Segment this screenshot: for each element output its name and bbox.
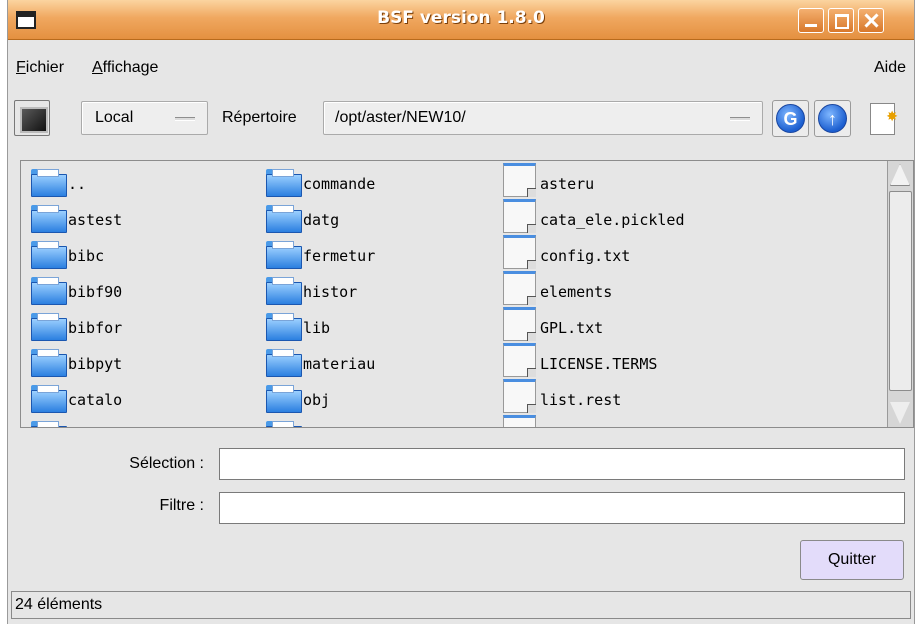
document-icon [503, 199, 536, 233]
terminal-icon[interactable] [14, 100, 50, 136]
up-arrow-icon: ↑ [818, 104, 847, 133]
file-name: asteru [540, 175, 595, 193]
file-name: datg [303, 211, 340, 229]
title-bar[interactable]: BSF version 1.8.0 [8, 0, 914, 40]
filter-input[interactable] [219, 492, 905, 524]
menu-affichage[interactable]: Affichage [92, 59, 158, 77]
file-name: config.txt [540, 247, 631, 265]
file-name: astest [68, 211, 123, 229]
document-icon [503, 271, 536, 305]
document-icon [503, 379, 536, 413]
file-name: obj [303, 391, 331, 409]
filter-label: Filtre : [159, 497, 204, 514]
document-icon [503, 163, 536, 197]
up-directory-button[interactable]: ↑ [814, 100, 851, 137]
menu-aide[interactable]: Aide [874, 59, 906, 77]
dropdown-handle-icon [175, 117, 195, 121]
file-list-panel[interactable]: .. astest bibc bibf90 bibfor bibpyt cata… [20, 160, 914, 428]
file-name: elements [540, 283, 613, 301]
document-icon [503, 343, 536, 377]
document-icon [503, 415, 536, 427]
path-select[interactable]: /opt/aster/NEW10/ [323, 101, 763, 135]
location-value: Local [95, 109, 134, 126]
file-name: bibf90 [68, 283, 123, 301]
refresh-icon: G [776, 104, 805, 133]
file-name: LICENSE.TERMS [540, 355, 658, 373]
quit-button[interactable]: Quitter [800, 540, 904, 580]
file-name: .. [68, 175, 87, 193]
file-name: materiau [303, 355, 376, 373]
app-window: BSF version 1.8.0 Fichier Affichage Aide… [7, 0, 915, 624]
new-file-button[interactable] [858, 100, 898, 137]
close-button[interactable] [858, 8, 884, 33]
document-icon [503, 235, 536, 269]
status-text: 24 éléments [15, 596, 103, 613]
vertical-scrollbar[interactable] [887, 161, 913, 427]
directory-label: Répertoire [222, 109, 297, 126]
menu-bar: Fichier Affichage Aide [8, 40, 914, 90]
file-name: list.rest [540, 391, 622, 409]
dropdown-handle-icon [730, 117, 750, 121]
scroll-up-arrow-icon[interactable] [890, 164, 910, 186]
selection-label: Sélection : [129, 455, 204, 472]
document-icon [503, 307, 536, 341]
new-file-icon [870, 103, 898, 135]
selection-input[interactable] [219, 448, 905, 480]
file-name: cata_ele.pickled [540, 211, 685, 229]
maximize-button[interactable] [828, 8, 854, 33]
file-name: catalo [68, 391, 123, 409]
window-title: BSF version 1.8.0 [377, 8, 545, 28]
path-value: /opt/aster/NEW10/ [335, 109, 466, 126]
refresh-button[interactable]: G [772, 100, 809, 137]
file-name: GPL.txt [540, 319, 604, 337]
menu-fichier[interactable]: Fichier [16, 59, 64, 77]
location-select[interactable]: Local [81, 101, 208, 135]
scroll-down-arrow-icon[interactable] [890, 402, 910, 424]
status-bar: 24 éléments [11, 591, 911, 619]
file-grid: .. astest bibc bibf90 bibfor bibpyt cata… [21, 161, 887, 427]
file-name: commande [303, 175, 376, 193]
file-name: bibpyt [68, 355, 123, 373]
toolbar: Local Répertoire /opt/aster/NEW10/ G ↑ [8, 92, 914, 152]
file-name: lib [303, 319, 331, 337]
file-name: histor [303, 283, 358, 301]
file-name: bibfor [68, 319, 123, 337]
scrollbar-thumb[interactable] [889, 191, 912, 391]
file-name: bibc [68, 247, 105, 265]
file-name: fermetur [303, 247, 376, 265]
minimize-button[interactable] [798, 8, 824, 33]
